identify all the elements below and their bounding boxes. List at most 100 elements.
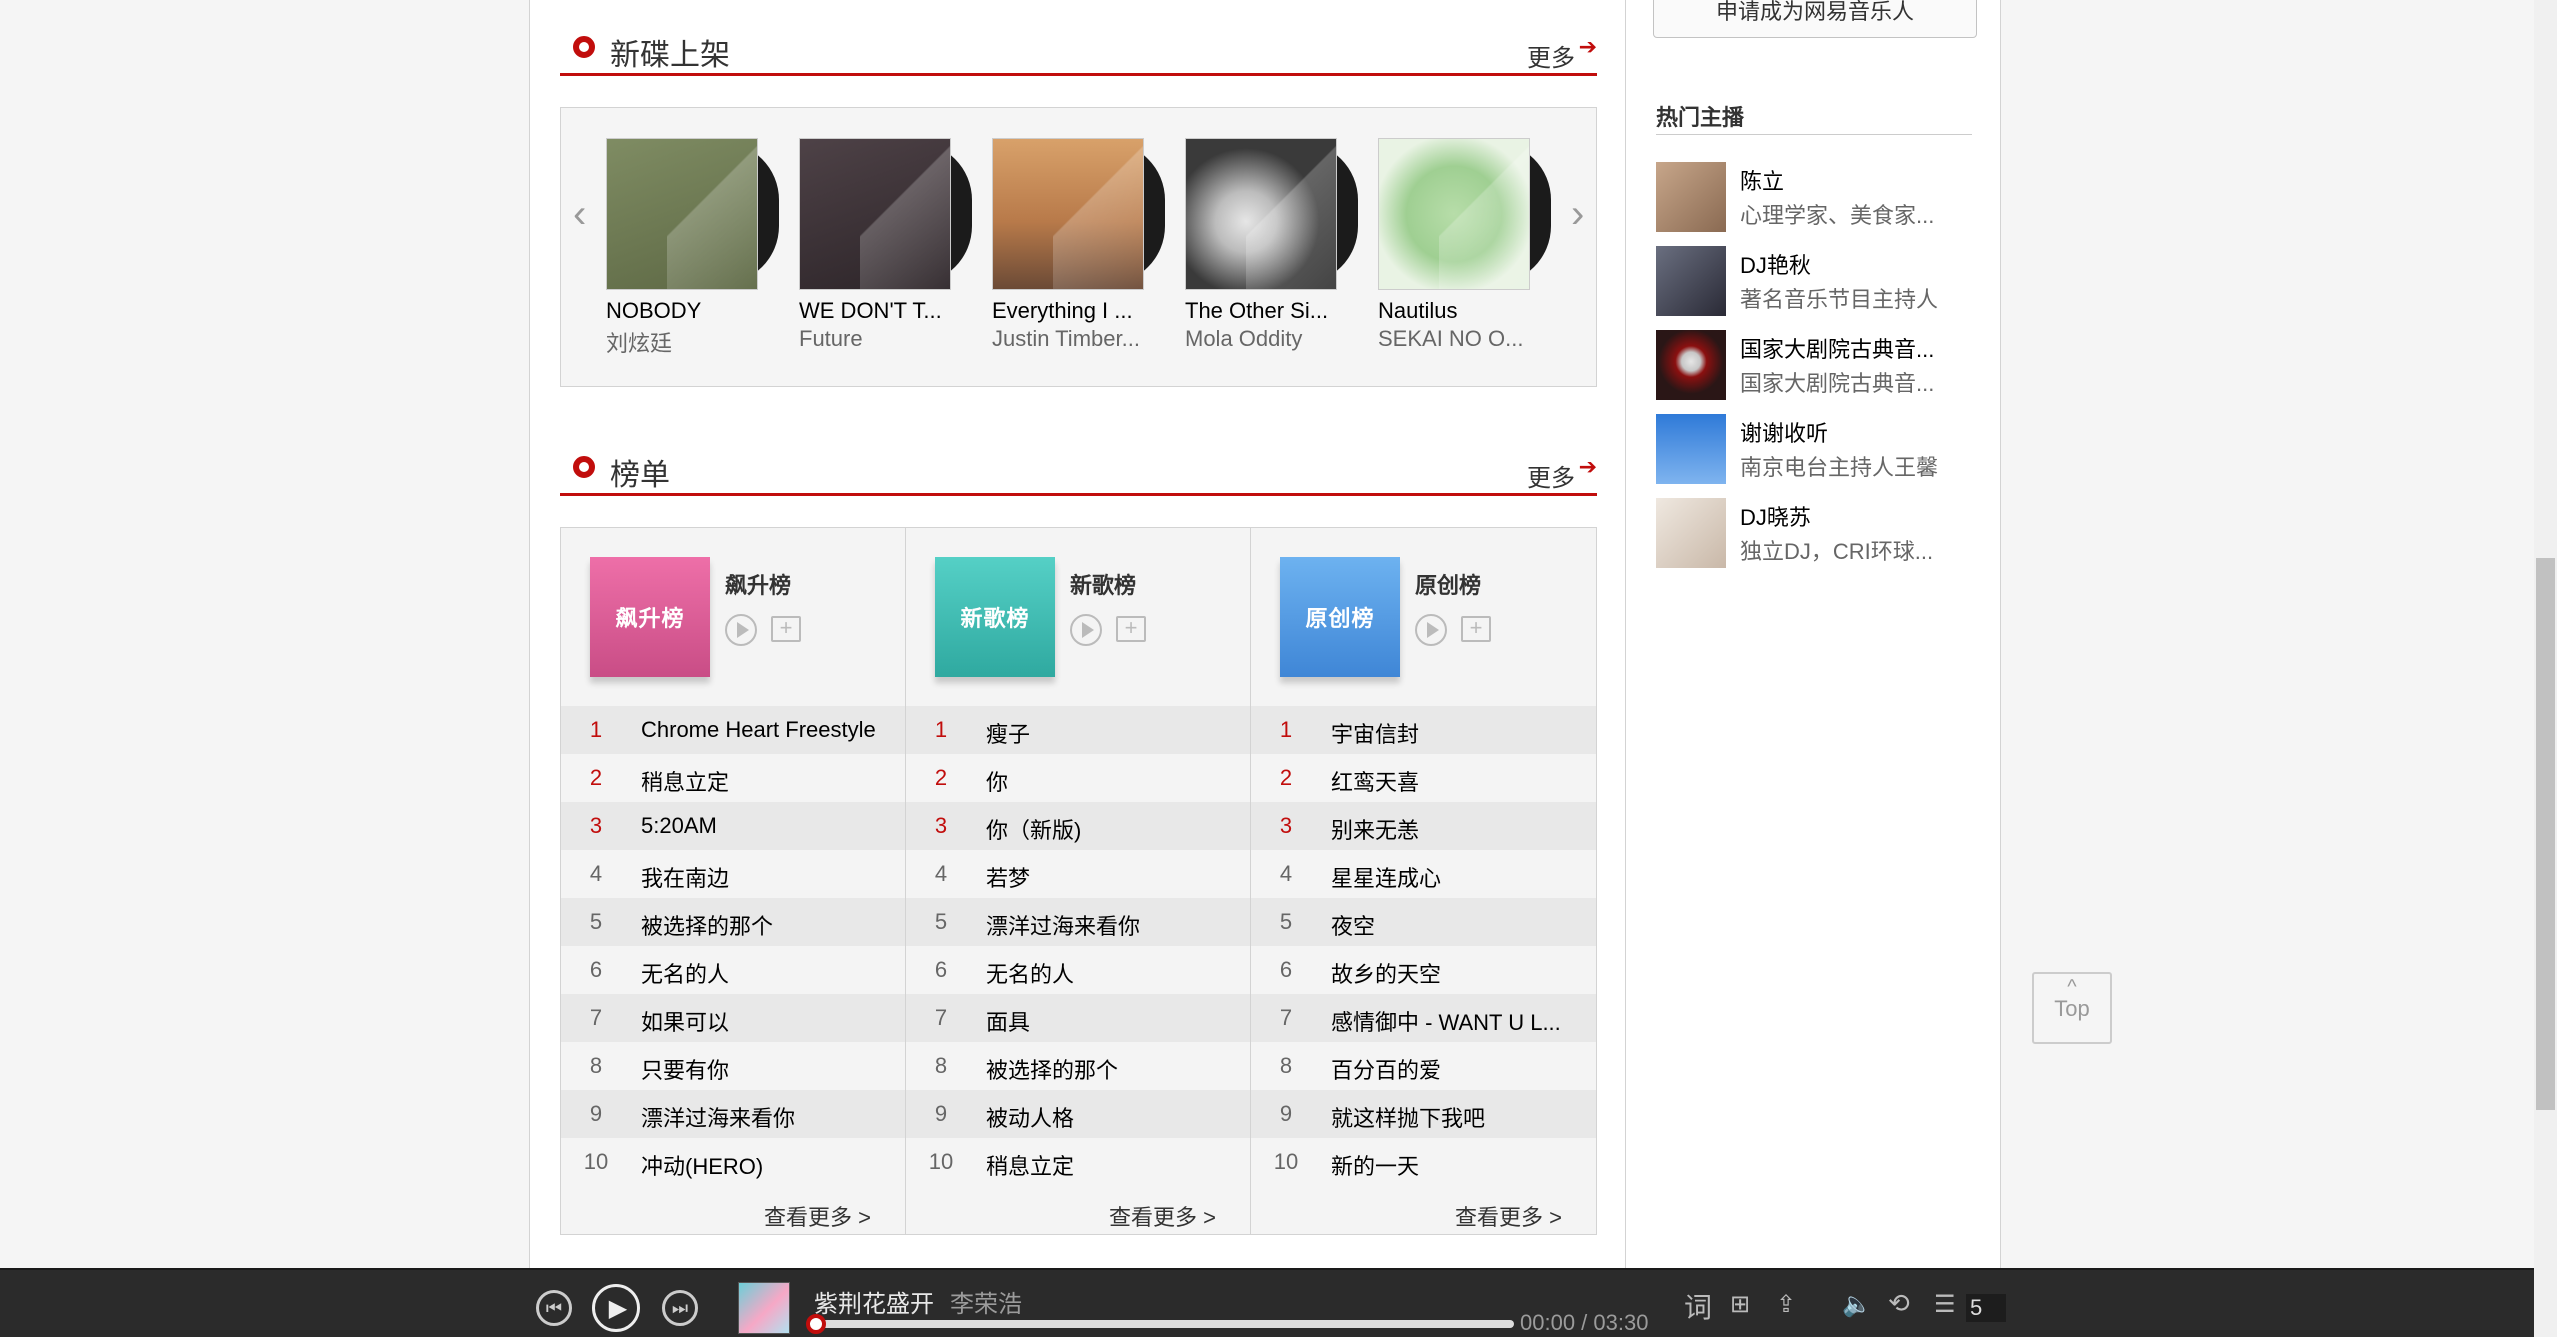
song-title[interactable]: 稍息立定 xyxy=(986,1149,1230,1181)
share-icon[interactable]: ⇪ xyxy=(1776,1290,1796,1319)
progress-knob[interactable] xyxy=(806,1314,826,1334)
avatar[interactable] xyxy=(1656,414,1726,484)
song-title[interactable]: 冲动(HERO) xyxy=(641,1149,885,1181)
dj-name[interactable]: DJ晓苏 xyxy=(1740,500,1811,532)
album-artist[interactable]: Mola Oddity xyxy=(1185,326,1302,352)
song-title[interactable]: 我在南边 xyxy=(641,861,885,893)
play-button[interactable]: ▶ xyxy=(592,1284,640,1332)
see-more-link[interactable]: 查看更多 > xyxy=(764,1200,871,1232)
play-icon[interactable] xyxy=(1415,614,1447,646)
dj-name[interactable]: 谢谢收听 xyxy=(1740,416,1828,448)
song-title[interactable]: 只要有你 xyxy=(641,1053,885,1085)
see-more-link[interactable]: 查看更多 > xyxy=(1455,1200,1562,1232)
lyrics-icon[interactable]: 词 xyxy=(1684,1286,1712,1326)
song-title[interactable]: 你 xyxy=(986,765,1230,797)
add-folder-icon[interactable]: ⊞ xyxy=(1730,1290,1750,1319)
song-title[interactable]: 就这样抛下我吧 xyxy=(1331,1101,1576,1133)
dj-item[interactable]: DJ艳秋 著名音乐节目主持人 xyxy=(1656,246,1976,316)
song-title[interactable]: 漂洋过海来看你 xyxy=(641,1101,885,1133)
song-title[interactable]: 面具 xyxy=(986,1005,1230,1037)
song-title[interactable]: 故乡的天空 xyxy=(1331,957,1576,989)
scrollbar-thumb[interactable] xyxy=(2536,558,2555,1110)
dj-item[interactable]: 谢谢收听 南京电台主持人王馨 xyxy=(1656,414,1976,484)
song-title[interactable]: 无名的人 xyxy=(641,957,885,989)
new-albums-more-link[interactable]: 更多 xyxy=(1527,38,1575,73)
carousel-next-icon[interactable]: › xyxy=(1571,192,1584,237)
song-title[interactable]: 稍息立定 xyxy=(641,765,885,797)
song-title[interactable]: 感情御中 - WANT U L... xyxy=(1331,1005,1576,1037)
dj-name[interactable]: 国家大剧院古典音... xyxy=(1740,332,1934,364)
album-artist[interactable]: 刘炫廷 xyxy=(606,326,672,358)
charts-more-link[interactable]: 更多 xyxy=(1527,458,1575,493)
play-icon[interactable] xyxy=(1070,614,1102,646)
album-name[interactable]: The Other Si... xyxy=(1185,298,1328,324)
chart-name[interactable]: 原创榜 xyxy=(1415,568,1481,600)
album-cover[interactable] xyxy=(1378,138,1530,290)
album-artist[interactable]: Justin Timber... xyxy=(992,326,1140,352)
album-cover[interactable] xyxy=(992,138,1144,290)
album-card[interactable]: The Other Si... Mola Oddity xyxy=(1185,138,1365,351)
chart-name[interactable]: 新歌榜 xyxy=(1070,568,1136,600)
page-scrollbar[interactable] xyxy=(2534,0,2557,1337)
song-title[interactable]: 瘦子 xyxy=(986,717,1230,749)
song-title[interactable]: 被选择的那个 xyxy=(641,909,885,941)
song-title[interactable]: 百分百的爱 xyxy=(1331,1053,1576,1085)
song-title[interactable]: 星星连成心 xyxy=(1331,861,1576,893)
song-title[interactable]: 夜空 xyxy=(1331,909,1576,941)
song-title[interactable]: 红鸾天喜 xyxy=(1331,765,1576,797)
now-playing-cover[interactable] xyxy=(738,1282,790,1334)
chart-cover[interactable]: 原创榜 xyxy=(1280,557,1400,677)
album-cover[interactable] xyxy=(799,138,951,290)
song-title[interactable]: 宇宙信封 xyxy=(1331,717,1576,749)
loop-icon[interactable]: ⟲ xyxy=(1888,1288,1910,1319)
album-name[interactable]: Nautilus xyxy=(1378,298,1457,324)
add-to-playlist-icon[interactable]: + xyxy=(1116,616,1146,642)
song-title[interactable]: 你（新版) xyxy=(986,813,1230,845)
dj-name[interactable]: 陈立 xyxy=(1740,164,1784,196)
add-to-playlist-icon[interactable]: + xyxy=(1461,616,1491,642)
song-title[interactable]: 5:20AM xyxy=(641,813,885,839)
dj-name[interactable]: DJ艳秋 xyxy=(1740,248,1811,280)
album-card[interactable]: Everything I ... Justin Timber... xyxy=(992,138,1172,351)
arrow-right-icon[interactable]: ➔ xyxy=(1579,454,1597,480)
add-to-playlist-icon[interactable]: + xyxy=(771,616,801,642)
album-name[interactable]: NOBODY xyxy=(606,298,701,324)
avatar[interactable] xyxy=(1656,246,1726,316)
song-title[interactable]: 若梦 xyxy=(986,861,1230,893)
now-playing-title[interactable]: 紫荆花盛开 xyxy=(814,1284,934,1319)
avatar[interactable] xyxy=(1656,162,1726,232)
play-icon[interactable] xyxy=(725,614,757,646)
now-playing-artist[interactable]: 李荣浩 xyxy=(950,1284,1022,1319)
song-title[interactable]: 如果可以 xyxy=(641,1005,885,1037)
playlist-icon[interactable]: ☰ xyxy=(1934,1290,1956,1319)
chart-cover[interactable]: 新歌榜 xyxy=(935,557,1055,677)
avatar[interactable] xyxy=(1656,330,1726,400)
album-card[interactable]: WE DON'T T... Future xyxy=(799,138,979,351)
song-title[interactable]: 被动人格 xyxy=(986,1101,1230,1133)
see-more-link[interactable]: 查看更多 > xyxy=(1109,1200,1216,1232)
song-title[interactable]: 别来无恙 xyxy=(1331,813,1576,845)
album-artist[interactable]: Future xyxy=(799,326,863,352)
song-title[interactable]: 无名的人 xyxy=(986,957,1230,989)
carousel-prev-icon[interactable]: ‹ xyxy=(573,192,586,237)
album-card[interactable]: NOBODY 刘炫廷 xyxy=(606,138,786,356)
song-title[interactable]: 新的一天 xyxy=(1331,1149,1576,1181)
arrow-right-icon[interactable]: ➔ xyxy=(1579,34,1597,60)
playlist-count[interactable]: 5 xyxy=(1966,1294,2006,1322)
song-title[interactable]: 漂洋过海来看你 xyxy=(986,909,1230,941)
chart-name[interactable]: 飙升榜 xyxy=(725,568,791,600)
dj-item[interactable]: 陈立 心理学家、美食家... xyxy=(1656,162,1976,232)
back-to-top-button[interactable]: ^ Top xyxy=(2032,972,2112,1044)
apply-musician-button[interactable]: 申请成为网易音乐人 xyxy=(1653,0,1977,38)
chart-cover[interactable]: 飙升榜 xyxy=(590,557,710,677)
album-card[interactable]: Nautilus SEKAI NO O... xyxy=(1378,138,1558,351)
song-title[interactable]: 被选择的那个 xyxy=(986,1053,1230,1085)
previous-button[interactable]: ⏮ xyxy=(536,1290,572,1326)
album-name[interactable]: WE DON'T T... xyxy=(799,298,942,324)
dj-item[interactable]: 国家大剧院古典音... 国家大剧院古典音... xyxy=(1656,330,1976,400)
song-title[interactable]: Chrome Heart Freestyle xyxy=(641,717,885,743)
album-name[interactable]: Everything I ... xyxy=(992,298,1133,324)
volume-icon[interactable]: 🔈 xyxy=(1842,1290,1872,1319)
album-cover[interactable] xyxy=(606,138,758,290)
dj-item[interactable]: DJ晓苏 独立DJ，CRI环球... xyxy=(1656,498,1976,568)
